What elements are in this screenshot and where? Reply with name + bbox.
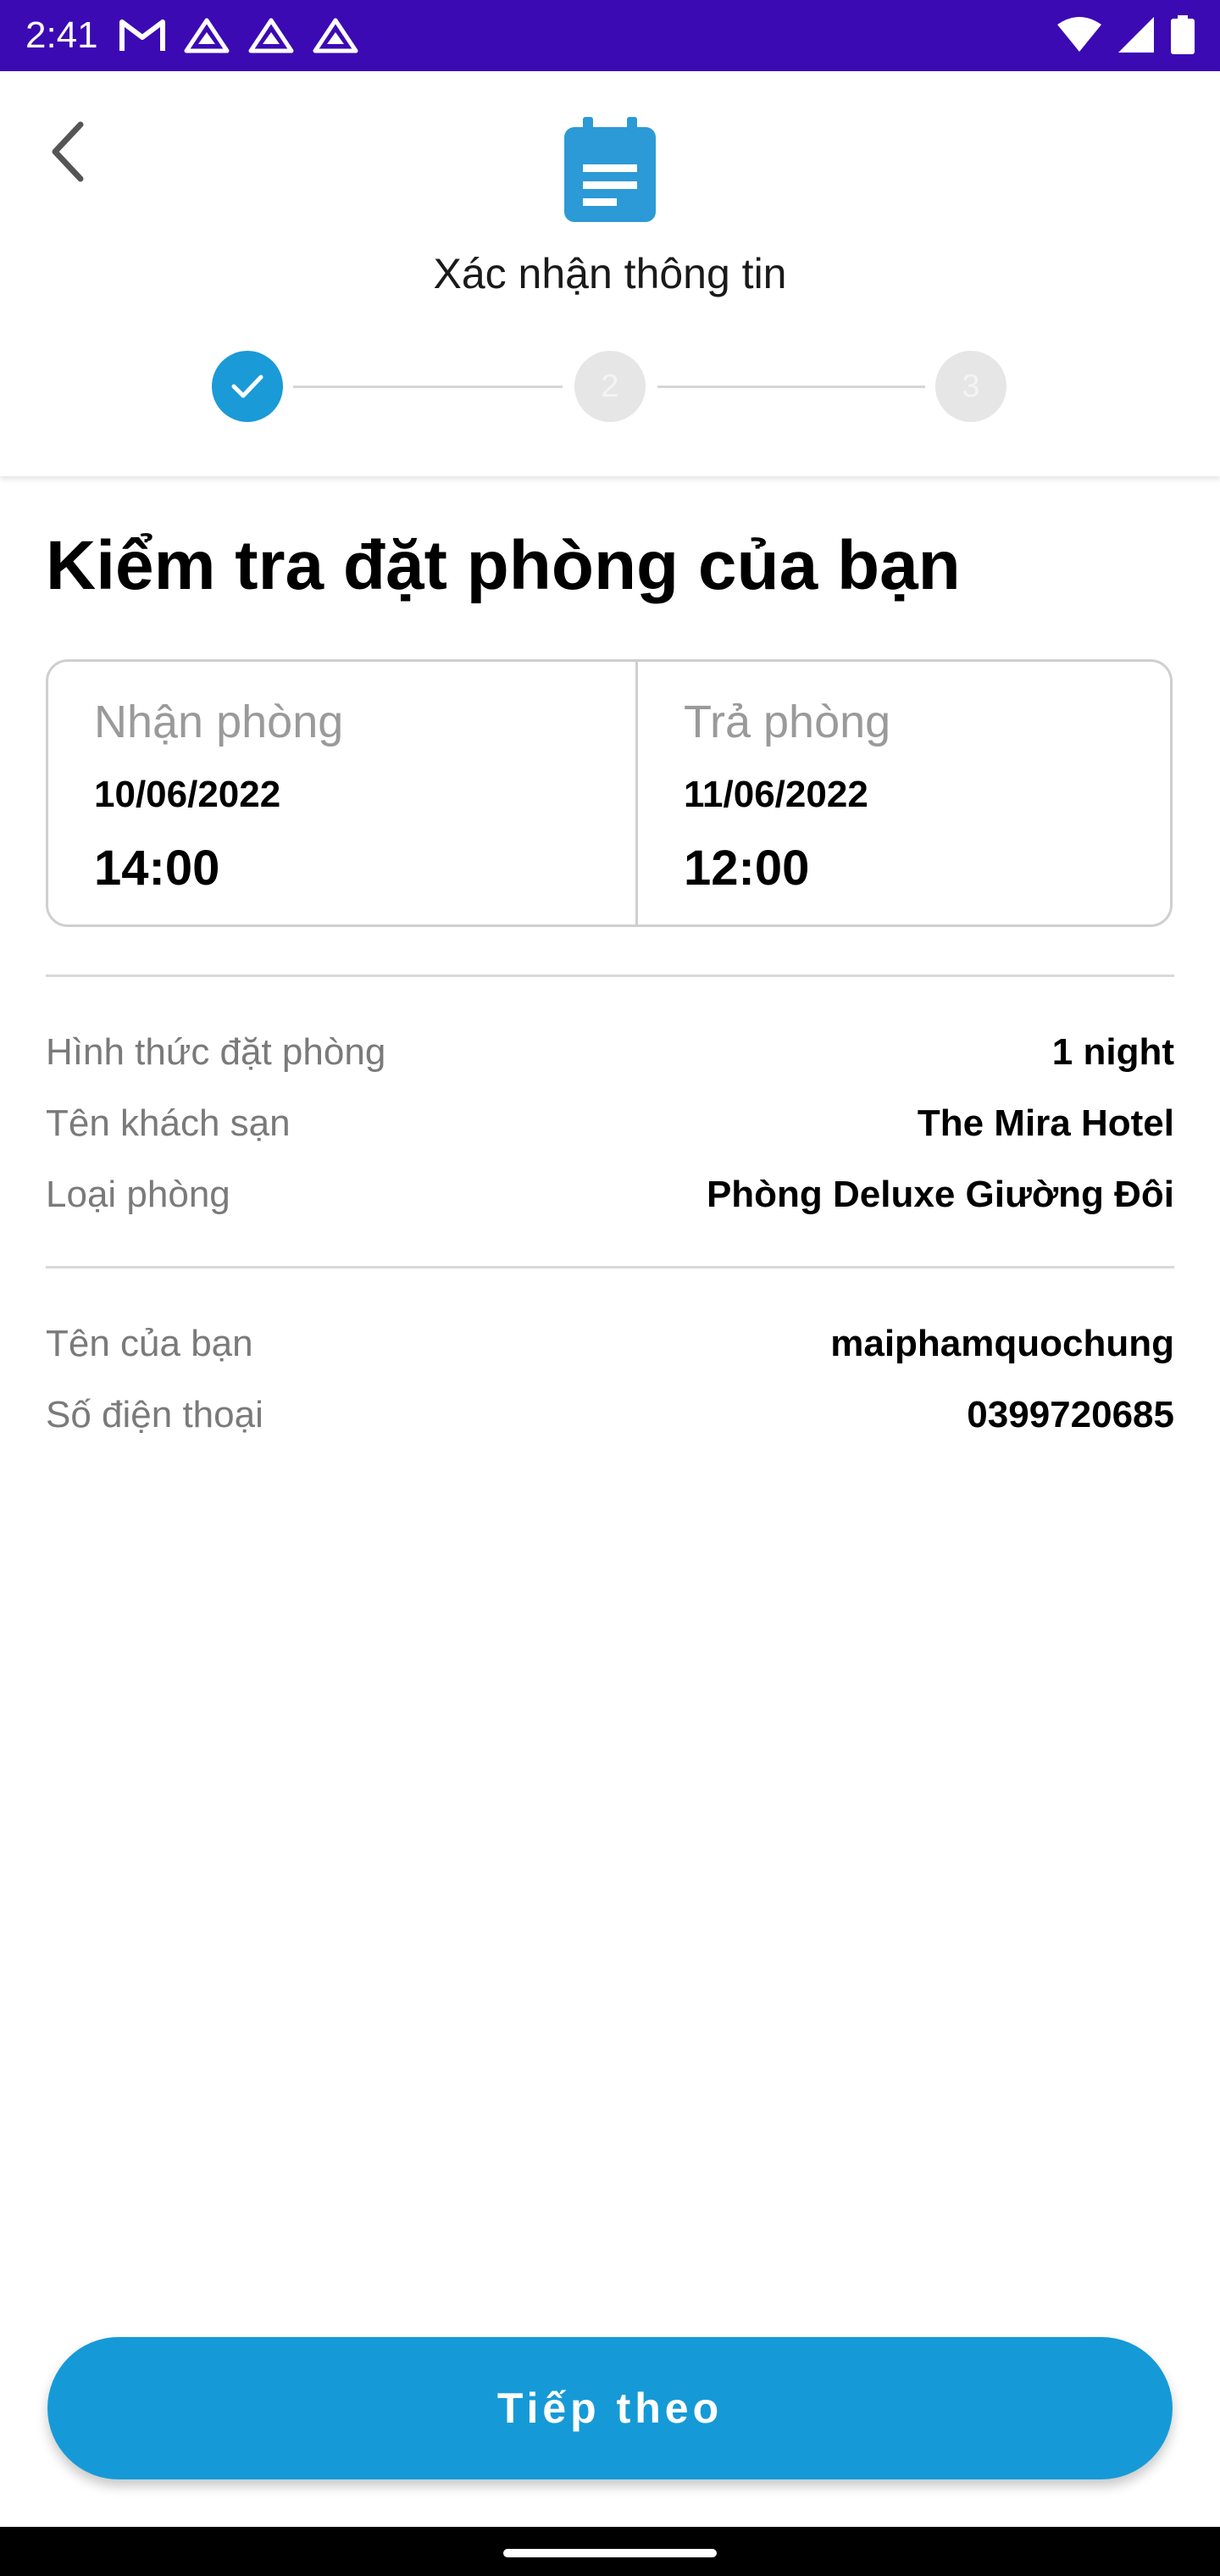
home-gesture-handle[interactable]	[503, 2549, 717, 2557]
check-in-time: 14:00	[94, 841, 220, 896]
back-button[interactable]	[34, 114, 102, 190]
check-out-label: Trả phòng	[684, 697, 891, 747]
info-label: Số điện thoại	[46, 1394, 263, 1435]
gmail-icon	[119, 19, 165, 51]
drive-icon	[313, 18, 358, 53]
info-label: Tên của bạn	[46, 1323, 253, 1364]
status-time: 2:41	[25, 14, 98, 56]
notification-icons	[119, 17, 359, 54]
page-heading: Kiểm tra đặt phòng của bạn	[46, 527, 961, 604]
signal-icon	[1118, 17, 1154, 53]
info-label: Tên khách sạn	[46, 1102, 291, 1144]
navigation-bar	[0, 2527, 1220, 2576]
header: Xác nhận thông tin 2 3	[0, 71, 1220, 476]
step-1-completed	[212, 351, 283, 422]
info-label: Loại phòng	[46, 1174, 230, 1215]
divider	[46, 974, 1174, 977]
check-icon	[231, 375, 263, 398]
check-in-date: 10/06/2022	[94, 774, 281, 815]
next-button[interactable]: Tiếp theo	[47, 2337, 1173, 2479]
info-value: 1 night	[1051, 1031, 1174, 1073]
info-row-hotel-name: Tên khách sạn The Mira Hotel	[46, 1098, 1174, 1149]
info-value: 0399720685	[967, 1394, 1174, 1435]
check-out-time: 12:00	[684, 841, 810, 896]
header-title: Xác nhận thông tin	[433, 250, 787, 297]
check-in-label: Nhận phòng	[94, 697, 344, 747]
step-connector	[657, 386, 925, 388]
step-3: 3	[935, 351, 1006, 422]
step-number: 3	[962, 368, 980, 404]
step-2: 2	[574, 351, 646, 422]
dates-card: Nhận phòng 10/06/2022 14:00 Trả phòng 11…	[46, 659, 1173, 927]
progress-stepper: 2 3	[0, 351, 1220, 427]
check-out-section: Trả phòng 11/06/2022 12:00	[638, 662, 1170, 924]
info-value: maiphamquochung	[830, 1323, 1174, 1364]
info-value: Phòng Deluxe Giường Đôi	[706, 1174, 1174, 1215]
system-icons	[1057, 15, 1195, 54]
chevron-left-icon	[52, 121, 84, 182]
status-bar: 2:41	[0, 0, 1220, 71]
step-number: 2	[601, 368, 619, 404]
info-row-room-type: Loại phòng Phòng Deluxe Giường Đôi	[46, 1169, 1174, 1220]
battery-icon	[1171, 15, 1195, 54]
info-value: The Mira Hotel	[917, 1102, 1174, 1144]
info-row-guest-name: Tên của bạn maiphamquochung	[46, 1319, 1174, 1369]
calendar-icon	[564, 117, 656, 222]
info-row-booking-type: Hình thức đặt phòng 1 night	[46, 1027, 1174, 1078]
info-label: Hình thức đặt phòng	[46, 1031, 386, 1073]
drive-icon	[248, 18, 294, 53]
divider	[46, 1266, 1174, 1269]
check-in-section: Nhận phòng 10/06/2022 14:00	[48, 662, 638, 924]
drive-icon	[184, 18, 230, 53]
info-row-phone: Số điện thoại 0399720685	[46, 1390, 1174, 1441]
wifi-icon	[1057, 17, 1101, 52]
check-out-date: 11/06/2022	[684, 774, 868, 815]
step-connector	[293, 386, 563, 388]
